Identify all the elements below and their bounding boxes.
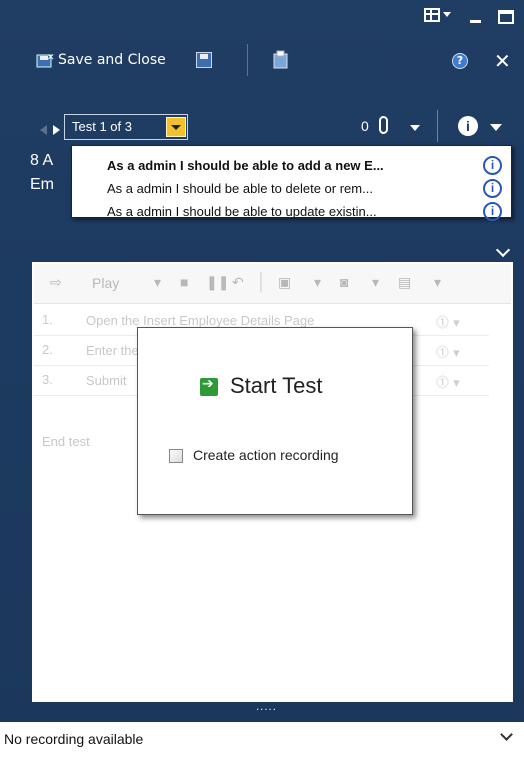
step-text: Open the Insert Employee Details Page — [86, 313, 315, 328]
dropdown-item-test-1[interactable]: As a admin I should be able to add a new… — [107, 158, 384, 173]
info-icon[interactable]: i — [483, 156, 502, 175]
minimize-icon[interactable] — [470, 20, 481, 23]
step-result-icon[interactable]: ⓵ ▾ — [436, 372, 460, 391]
settings-icon[interactable]: ▤ — [398, 274, 411, 291]
step-text: Submit — [86, 373, 127, 388]
save-close-icon[interactable]: ✕ — [36, 52, 56, 68]
test-selector[interactable]: Test 1 of 3 — [64, 114, 188, 140]
test-selector-label: Test 1 of 3 — [72, 119, 132, 134]
attachment-dropdown-icon[interactable] — [410, 125, 420, 131]
close-icon[interactable]: ✕ — [494, 49, 511, 73]
nav-separator — [437, 110, 438, 142]
settings-dropdown-icon[interactable]: ▾ — [434, 274, 441, 291]
info-icon[interactable]: i — [458, 116, 478, 136]
help-icon[interactable]: ? — [452, 53, 468, 69]
play-button[interactable]: Play — [92, 275, 119, 291]
expand-icon[interactable] — [500, 728, 513, 741]
start-test-dialog: Start Test Create action recording — [137, 327, 413, 515]
step-text: Enter the — [86, 343, 139, 358]
camera-dropdown-icon[interactable]: ▾ — [372, 274, 379, 291]
info-dropdown-icon[interactable] — [490, 124, 502, 131]
play-dropdown-icon[interactable]: ▾ — [154, 274, 161, 291]
bug-dropdown-icon[interactable]: ▾ — [314, 274, 321, 291]
end-test-label: End test — [42, 434, 90, 449]
step-result-icon[interactable]: ⓵ ▾ — [436, 312, 460, 331]
test-title-line1: 8 A — [30, 152, 54, 169]
step-number: 3. — [42, 372, 53, 387]
paperclip-icon[interactable] — [379, 116, 388, 134]
toolbar-divider: | — [258, 268, 264, 293]
chevron-down-icon[interactable] — [166, 117, 186, 137]
layout-icon[interactable] — [424, 8, 440, 22]
pause-icon[interactable]: ❚❚ — [206, 274, 229, 291]
create-action-recording-label[interactable]: Create action recording — [193, 447, 339, 463]
stop-icon[interactable]: ■ — [180, 274, 188, 290]
status-text: No recording available — [4, 731, 144, 747]
steps-toolbar: ⇨ Play ▾ ■ ❚❚ ↶ | ▣ ▾ ◙ ▾ ▤ ▾ — [34, 264, 511, 304]
svg-text:✕: ✕ — [47, 53, 55, 63]
play-icon[interactable]: ⇨ — [50, 274, 62, 291]
info-icon[interactable]: i — [483, 202, 502, 221]
test-list-dropdown: As a admin I should be able to add a new… — [71, 145, 512, 221]
dropdown-item-test-3[interactable]: As a admin I should be able to update ex… — [107, 204, 377, 219]
collapse-icon[interactable] — [495, 242, 511, 258]
test-title-line2: Em — [30, 176, 54, 193]
start-test-button[interactable]: Start Test — [230, 373, 323, 399]
attachment-count: 0 — [361, 118, 369, 134]
previous-test-icon[interactable] — [40, 125, 47, 135]
info-icon[interactable]: i — [483, 179, 502, 198]
toolbar-separator — [247, 44, 248, 76]
save-icon[interactable] — [196, 52, 212, 68]
status-bar: No recording available — [0, 722, 524, 758]
next-test-icon[interactable] — [53, 125, 60, 135]
maximize-icon[interactable] — [498, 10, 514, 24]
start-arrow-icon[interactable] — [200, 376, 218, 396]
undo-icon[interactable]: ↶ — [232, 274, 244, 291]
test-runner-window: ✕ Save and Close ? ✕ Test 1 of 3 0 i 8 A… — [0, 0, 524, 758]
attach-icon[interactable] — [272, 50, 290, 70]
create-action-recording-checkbox[interactable] — [169, 449, 183, 463]
step-result-icon[interactable]: ⓵ ▾ — [436, 342, 460, 361]
title-bar — [0, 0, 524, 36]
resize-grip[interactable]: ····· — [256, 705, 277, 716]
layout-dropdown-icon[interactable] — [443, 12, 451, 17]
step-number: 2. — [42, 342, 53, 357]
step-number: 1. — [42, 312, 53, 327]
camera-icon[interactable]: ◙ — [340, 274, 348, 290]
dropdown-item-test-2[interactable]: As a admin I should be able to delete or… — [107, 181, 373, 196]
save-and-close-button[interactable]: Save and Close — [58, 52, 166, 68]
bug-icon[interactable]: ▣ — [278, 274, 291, 291]
